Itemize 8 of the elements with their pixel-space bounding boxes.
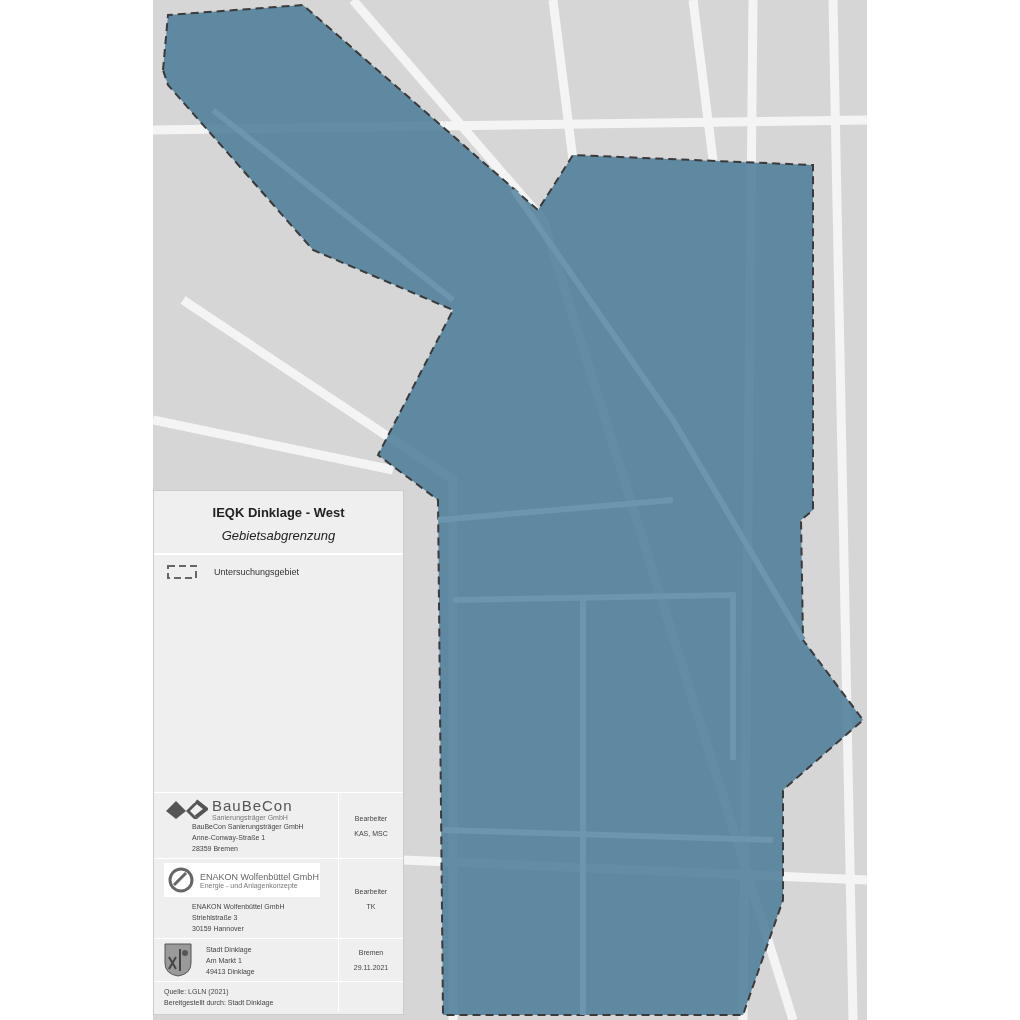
coat-of-arms-icon	[164, 943, 192, 977]
ring-logo-icon	[168, 867, 194, 893]
logo-wordmark: BauBeCon	[212, 797, 293, 814]
legend-label: Untersuchungsgebiet	[214, 567, 300, 577]
logo-wordmark: ENAKON Wolfenbüttel GmbH	[200, 871, 319, 882]
legend-subtitle: Gebietsabgrenzung	[221, 528, 336, 543]
legend-title: IEQK Dinklage - West	[212, 505, 345, 520]
dashed-boundary-icon	[166, 565, 198, 579]
